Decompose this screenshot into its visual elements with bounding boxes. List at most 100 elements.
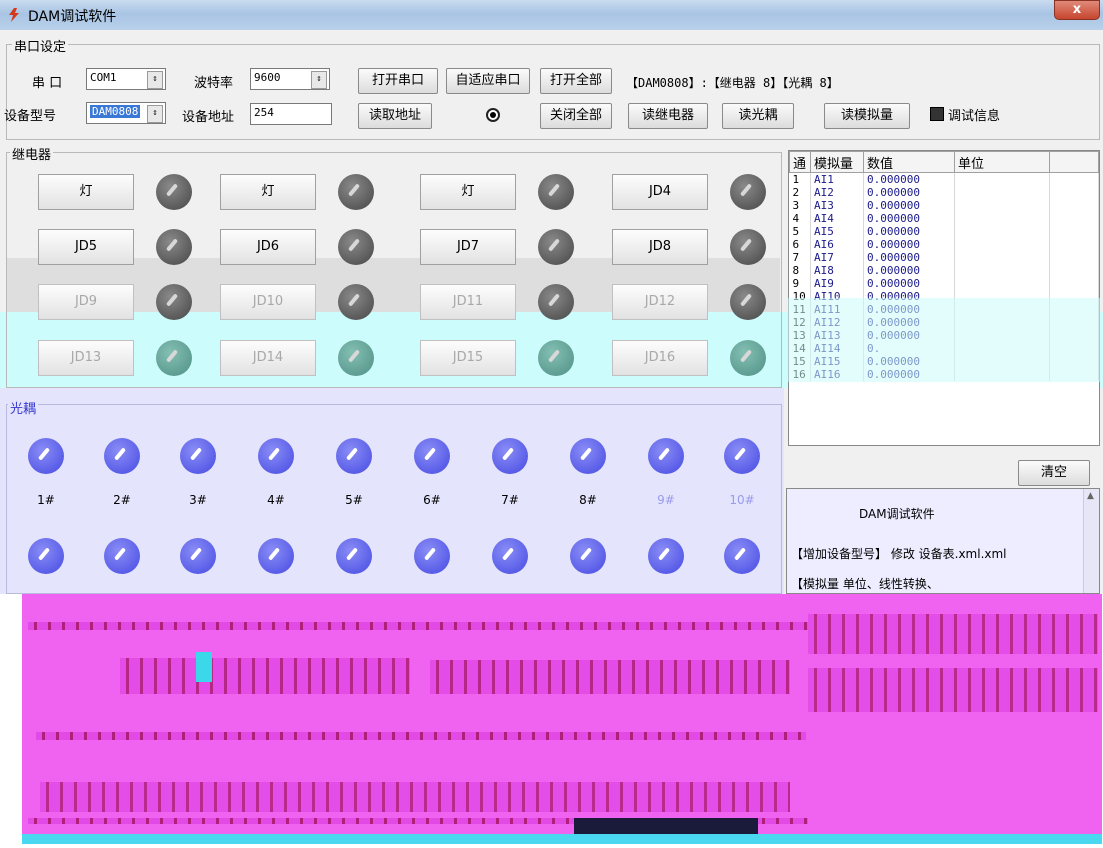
table-row[interactable]: 16 AI16 0.000000: [789, 368, 1099, 381]
table-row[interactable]: 11 AI11 0.000000: [789, 303, 1099, 316]
optocoupler-group-label: 光耦: [8, 398, 39, 417]
unit-cell: [954, 303, 1050, 316]
relay-button[interactable]: JD10: [220, 284, 316, 320]
unit-cell: [954, 225, 1050, 238]
table-row[interactable]: 14 AI14 0.: [789, 342, 1099, 355]
close-all-button[interactable]: 关闭全部: [540, 103, 612, 129]
relay-button[interactable]: JD4: [612, 174, 708, 210]
table-row[interactable]: 7 AI7 0.000000: [789, 251, 1099, 264]
optocoupler-indicator-icon: [724, 538, 760, 574]
extra-cell: [1049, 290, 1099, 303]
optocoupler-indicator-icon: [570, 438, 606, 474]
chevron-up-icon[interactable]: ▲: [1087, 491, 1094, 501]
corrupted-band: [28, 622, 808, 630]
extra-cell: [1049, 303, 1099, 316]
table-row[interactable]: 9 AI9 0.000000: [789, 277, 1099, 290]
unit-cell: [954, 172, 1050, 186]
relay-button[interactable]: JD14: [220, 340, 316, 376]
device-info-text: 【DAM0808】:【继电器 8】【光耦 8】: [626, 76, 839, 90]
table-row[interactable]: 2 AI2 0.000000: [789, 186, 1099, 199]
header-channel[interactable]: 通: [789, 151, 811, 173]
clear-button[interactable]: 清空: [1018, 460, 1090, 486]
relay-button[interactable]: JD15: [420, 340, 516, 376]
optocoupler-label: 4#: [267, 493, 285, 507]
read-optocoupler-button[interactable]: 读光耦: [722, 103, 794, 129]
relay-button[interactable]: JD11: [420, 284, 516, 320]
relay-button[interactable]: JD13: [38, 340, 134, 376]
unit-cell: [954, 355, 1050, 368]
relay-button[interactable]: JD16: [612, 340, 708, 376]
optocoupler-indicator-icon: [28, 438, 64, 474]
debug-info-label[interactable]: 调试信息: [948, 105, 1000, 124]
corrupted-band: [430, 660, 790, 694]
channel-cell: 12: [789, 316, 811, 329]
chevron-down-icon[interactable]: ⇕: [147, 71, 163, 89]
analog-name-cell: AI6: [810, 238, 864, 251]
close-button[interactable]: x: [1054, 0, 1100, 20]
relay-button[interactable]: 灯: [38, 174, 134, 210]
baud-value: 9600: [254, 71, 281, 84]
relay-status-indicator-icon: [338, 174, 374, 210]
log-panel[interactable]: DAM调试软件 【增加设备型号】 修改 设备表.xml.xml 【模拟量 单位、…: [786, 488, 1100, 594]
optocoupler-label: 6#: [423, 493, 441, 507]
optocoupler-indicator-icon: [336, 438, 372, 474]
table-row[interactable]: 1 AI1 0.000000: [789, 172, 1099, 186]
model-select[interactable]: DAM0808 ⇕: [86, 102, 166, 124]
header-value[interactable]: 数值: [863, 151, 955, 173]
chevron-down-icon[interactable]: ⇕: [311, 71, 327, 89]
chevron-down-icon[interactable]: ⇕: [147, 105, 163, 123]
relay-button[interactable]: JD6: [220, 229, 316, 265]
relay-button[interactable]: JD8: [612, 229, 708, 265]
optocoupler-indicator-icon: [104, 438, 140, 474]
analog-table[interactable]: 通 模拟量 数值 单位 1 AI1 0.000000 2 AI2 0.000000 3 AI3…: [788, 150, 1100, 446]
table-row[interactable]: 4 AI4 0.000000: [789, 212, 1099, 225]
serial-settings-label: 串口设定: [12, 36, 69, 55]
table-row[interactable]: 15 AI15 0.000000: [789, 355, 1099, 368]
read-address-button[interactable]: 读取地址: [358, 103, 432, 129]
table-row[interactable]: 6 AI6 0.000000: [789, 238, 1099, 251]
read-analog-button[interactable]: 读模拟量: [824, 103, 910, 129]
relay-button[interactable]: 灯: [420, 174, 516, 210]
header-unit[interactable]: 单位: [954, 151, 1050, 173]
address-input[interactable]: 254: [250, 103, 332, 125]
relay-status-indicator-icon: [338, 229, 374, 265]
relay-button[interactable]: 灯: [220, 174, 316, 210]
table-row[interactable]: 5 AI5 0.000000: [789, 225, 1099, 238]
open-all-button[interactable]: 打开全部: [540, 68, 612, 94]
auto-port-button[interactable]: 自适应串口: [446, 68, 530, 94]
table-row[interactable]: 12 AI12 0.000000: [789, 316, 1099, 329]
read-relay-button[interactable]: 读继电器: [628, 103, 708, 129]
status-radio[interactable]: [486, 108, 500, 122]
table-row[interactable]: 10 AI10 0.000000: [789, 290, 1099, 303]
unit-cell: [954, 238, 1050, 251]
analog-name-cell: AI10: [810, 290, 864, 303]
value-cell: 0.000000: [863, 225, 955, 238]
extra-cell: [1049, 212, 1099, 225]
unit-cell: [954, 212, 1050, 225]
unit-cell: [954, 277, 1050, 290]
relay-button[interactable]: JD5: [38, 229, 134, 265]
value-cell: 0.000000: [863, 251, 955, 264]
optocoupler-label: 10#: [729, 493, 755, 507]
open-port-button[interactable]: 打开串口: [358, 68, 438, 94]
optocoupler-indicator-icon: [336, 538, 372, 574]
channel-cell: 11: [789, 303, 811, 316]
port-select[interactable]: COM1 ⇕: [86, 68, 166, 90]
header-analog[interactable]: 模拟量: [810, 151, 864, 173]
relay-button[interactable]: JD9: [38, 284, 134, 320]
corrupted-band: [36, 732, 806, 740]
relay-button[interactable]: JD7: [420, 229, 516, 265]
table-row[interactable]: 3 AI3 0.000000: [789, 199, 1099, 212]
relay-group-label: 继电器: [10, 144, 54, 163]
value-cell: 0.000000: [863, 212, 955, 225]
log-scrollbar[interactable]: ▲: [1083, 489, 1099, 593]
analog-name-cell: AI2: [810, 186, 864, 199]
debug-checkbox-icon[interactable]: [930, 107, 944, 121]
relay-button[interactable]: JD12: [612, 284, 708, 320]
address-label: 设备地址: [182, 110, 235, 125]
baud-select[interactable]: 9600 ⇕: [250, 68, 330, 90]
table-row[interactable]: 8 AI8 0.000000: [789, 264, 1099, 277]
table-row[interactable]: 13 AI13 0.000000: [789, 329, 1099, 342]
analog-name-cell: AI3: [810, 199, 864, 212]
value-cell: 0.000000: [863, 238, 955, 251]
